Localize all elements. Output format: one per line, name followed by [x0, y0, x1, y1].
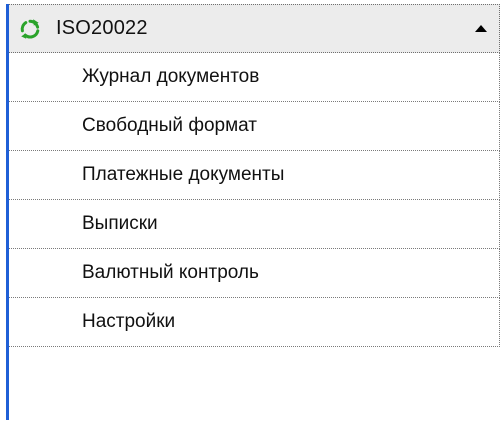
section-title: ISO20022 — [56, 17, 148, 39]
menu-item-label: Валютный контроль — [82, 262, 259, 283]
menu-item-label: Выписки — [82, 213, 158, 234]
menu-item-label: Свободный формат — [82, 115, 258, 136]
menu-item-payment-documents[interactable]: Платежные документы — [9, 151, 500, 200]
iso20022-menu-panel: ISO20022 Журнал документов Свободный фор… — [6, 4, 500, 420]
menu-item-currency-control[interactable]: Валютный контроль — [9, 249, 500, 298]
collapse-arrow-icon[interactable] — [475, 25, 487, 32]
menu-item-label: Платежные документы — [82, 164, 285, 185]
refresh-icon — [19, 18, 41, 40]
menu-item-settings[interactable]: Настройки — [9, 298, 500, 347]
menu-item-free-format[interactable]: Свободный формат — [9, 102, 500, 151]
menu-item-label: Журнал документов — [82, 66, 260, 87]
menu-item-statements[interactable]: Выписки — [9, 200, 500, 249]
menu-item-label: Настройки — [82, 311, 176, 332]
menu-item-document-journal[interactable]: Журнал документов — [9, 53, 500, 102]
iso20022-section-header[interactable]: ISO20022 — [9, 4, 500, 53]
